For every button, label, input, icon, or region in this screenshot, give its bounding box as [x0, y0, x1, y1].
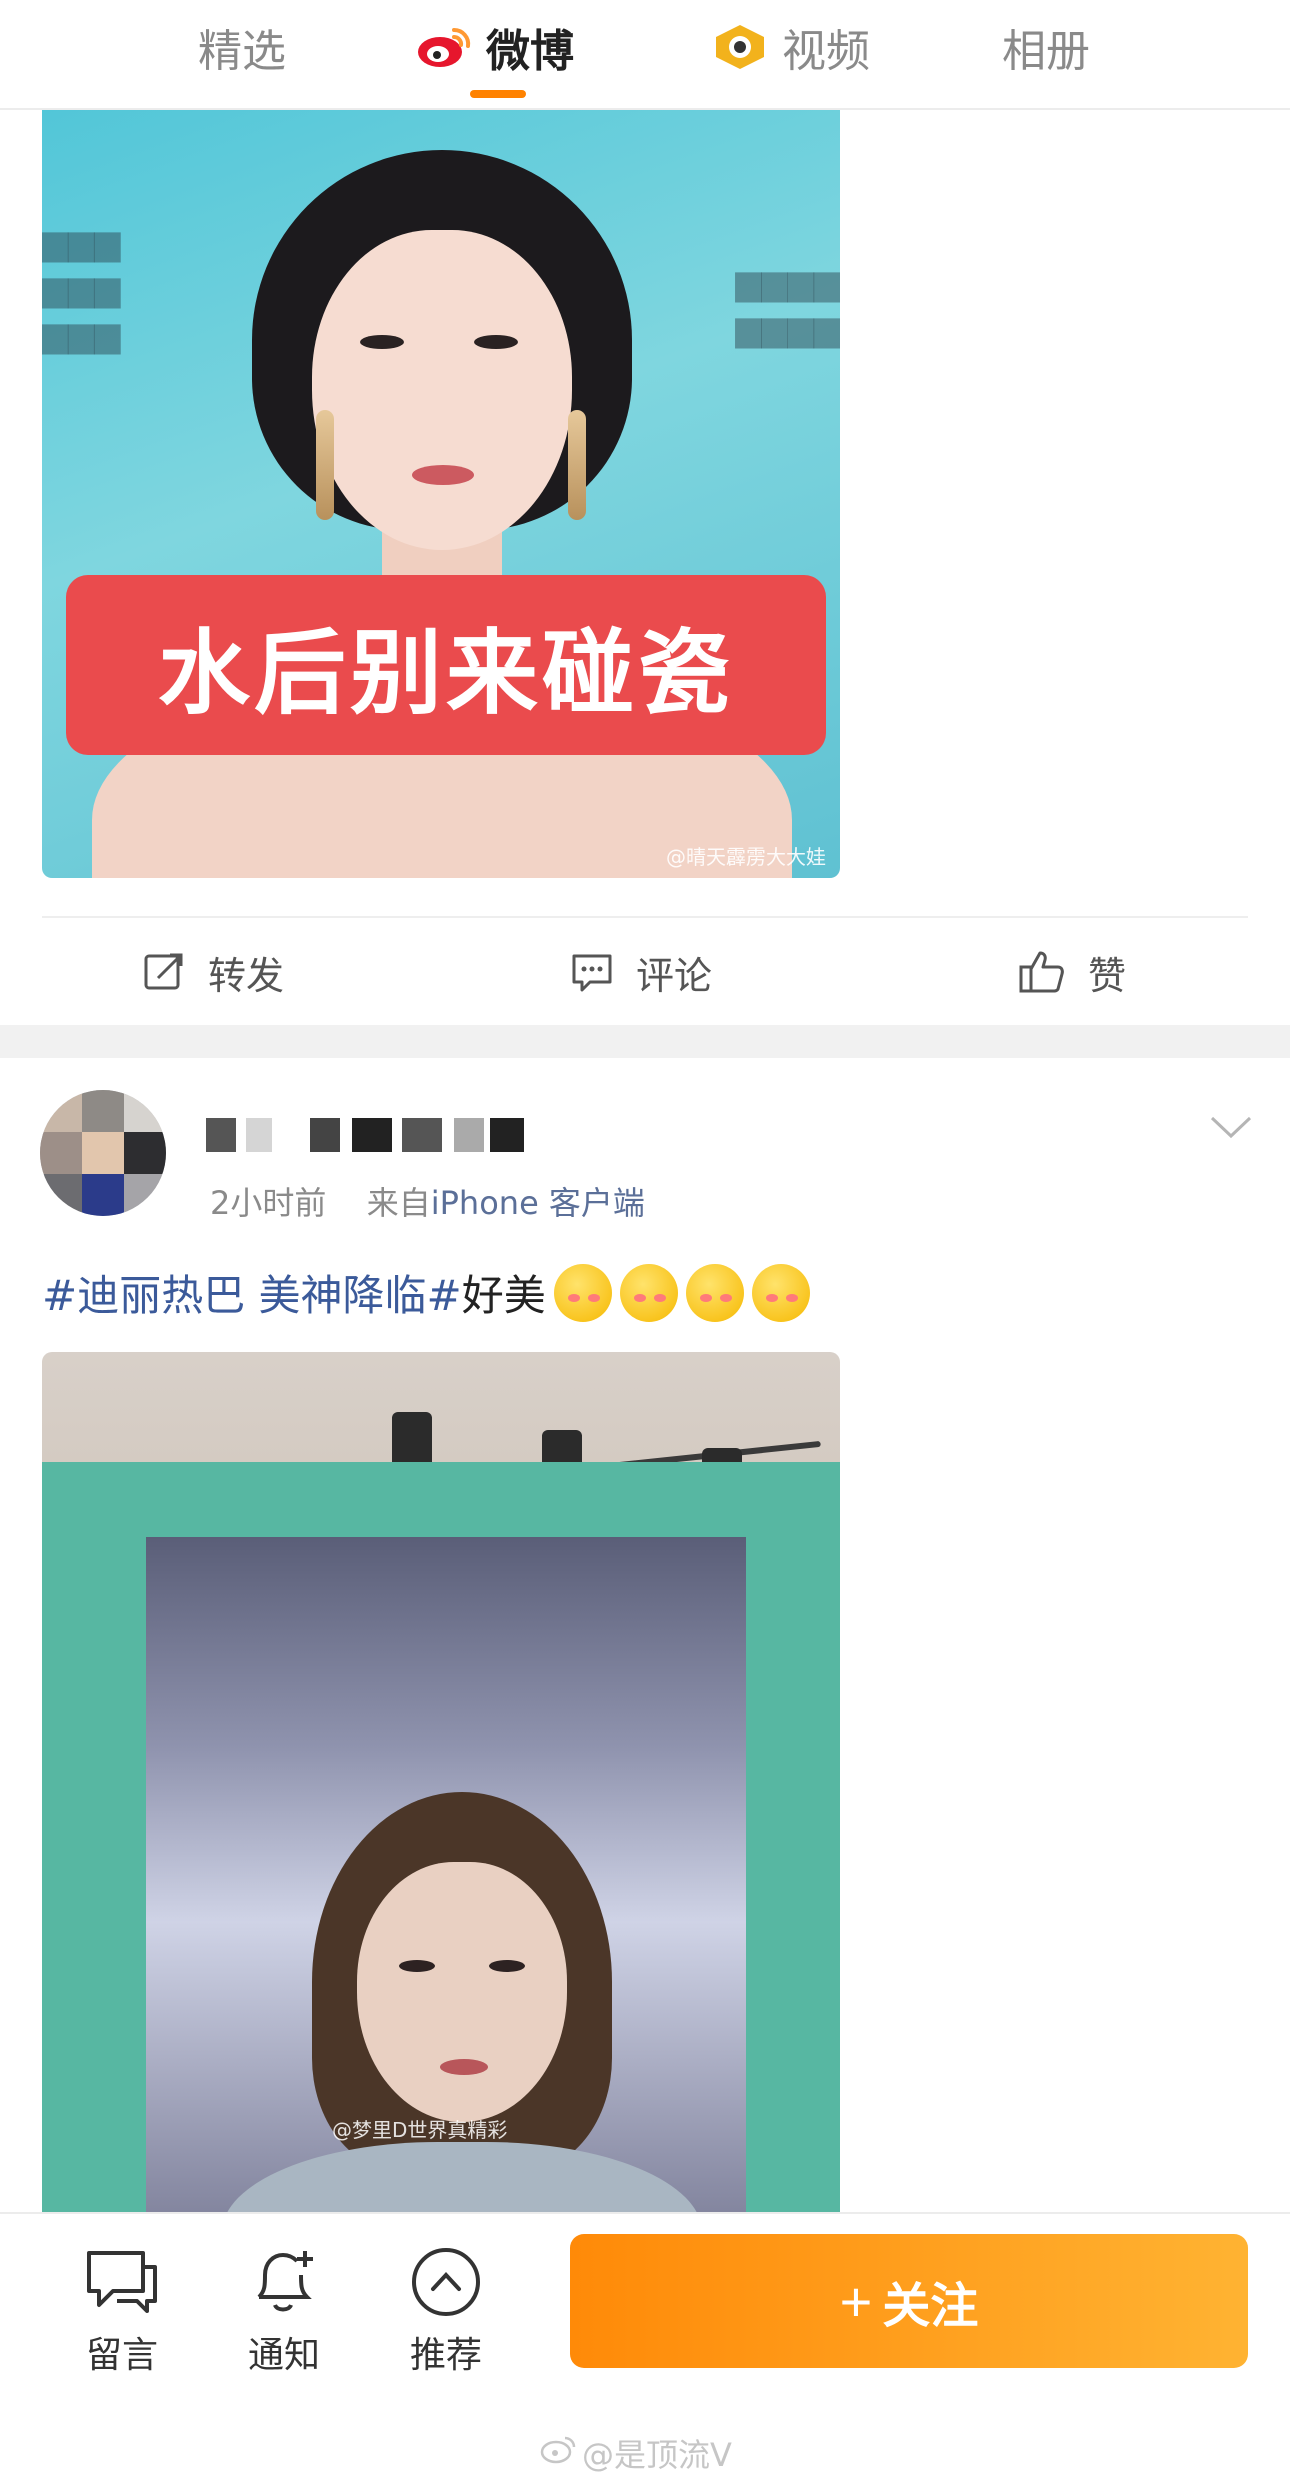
- active-tab-indicator: [470, 90, 526, 98]
- blush-emoji-icon: [619, 1263, 678, 1322]
- post-separator: [0, 1025, 1290, 1058]
- tab-video[interactable]: 视频: [712, 12, 870, 82]
- bell-plus-icon: [224, 2242, 344, 2322]
- comment-button[interactable]: 评论: [570, 918, 712, 1026]
- blush-emoji-icon: [751, 1263, 810, 1322]
- thumbs-up-icon: [1018, 949, 1066, 995]
- figure-face: [312, 230, 572, 550]
- username-obscured[interactable]: [206, 1110, 526, 1154]
- message-button[interactable]: 留言: [62, 2242, 182, 2378]
- like-label: 赞: [1088, 953, 1127, 998]
- earring-right: [568, 410, 586, 520]
- image-watermark: @晴天霹雳大大娃: [666, 845, 826, 869]
- figure-eye-right: [474, 335, 518, 349]
- earring-left: [316, 410, 334, 520]
- image-banner-text: 水后别来碰瓷: [66, 575, 826, 755]
- backdrop-pattern-right: ▆▆▆▆ ▆▆▆▆: [735, 264, 840, 348]
- comment-label: 评论: [636, 953, 713, 998]
- post-menu-chevron-icon[interactable]: [1208, 1112, 1254, 1146]
- tab-featured[interactable]: 精选: [198, 12, 286, 82]
- image-watermark: @梦里D世界真精彩: [332, 2118, 508, 2142]
- bottom-action-bar: 留言 通知 推荐 + 关注 @是顶流V: [0, 2212, 1290, 2481]
- figure-face: [357, 1862, 567, 2122]
- figure-eye-left: [399, 1960, 435, 1972]
- post1-image[interactable]: ▆▆▆ ▆▆▆ ▆▆▆ ▆▆▆▆ ▆▆▆▆ 水后别来碰瓷 @晴天霹雳大大娃: [42, 110, 840, 878]
- figure-lips: [412, 465, 474, 485]
- backdrop-pattern: ▆▆▆ ▆▆▆ ▆▆▆: [42, 224, 121, 354]
- tab-album[interactable]: 相册: [1002, 12, 1090, 82]
- plus-icon: +: [839, 2269, 873, 2333]
- tab-album-label: 相册: [1002, 26, 1090, 77]
- follow-label: 关注: [882, 2280, 979, 2333]
- recommend-label: 推荐: [409, 2335, 482, 2376]
- comment-icon: [570, 950, 614, 994]
- tab-weibo[interactable]: 微博: [416, 12, 574, 82]
- weibo-logo-icon: [416, 24, 472, 70]
- tab-featured-label: 精选: [198, 26, 286, 77]
- video-icon: [712, 23, 768, 71]
- repost-button[interactable]: 转发: [142, 918, 284, 1026]
- tab-video-label: 视频: [782, 26, 870, 77]
- figure-eye-left: [360, 335, 404, 349]
- notify-button[interactable]: 通知: [224, 2242, 344, 2378]
- post2-image[interactable]: @梦里D世界真精彩: [42, 1352, 840, 2212]
- notify-label: 通知: [247, 2335, 320, 2376]
- message-label: 留言: [85, 2335, 158, 2376]
- chat-bubble-icon: [62, 2242, 182, 2322]
- top-tab-bar: 精选 微博 视频 相册: [0, 0, 1290, 110]
- avatar[interactable]: [40, 1090, 166, 1216]
- blush-emoji-icon: [553, 1263, 612, 1322]
- source-prefix: 来自: [366, 1184, 431, 1222]
- post2-meta: 2小时前 来自iPhone 客户端: [210, 1178, 645, 1224]
- post-time: 2小时前: [210, 1184, 327, 1222]
- repost-icon: [142, 950, 186, 994]
- like-button[interactable]: 赞: [1018, 918, 1126, 1026]
- figure-lips: [440, 2059, 488, 2075]
- footer-watermark-text: @是顶流V: [582, 2436, 732, 2474]
- post-body-text: 好美: [461, 1271, 546, 1320]
- follow-button[interactable]: + 关注: [570, 2234, 1248, 2368]
- tab-weibo-label: 微博: [486, 26, 574, 77]
- post1-action-bar: 转发 评论 赞: [42, 916, 1248, 1026]
- recommend-button[interactable]: 推荐: [386, 2242, 506, 2378]
- source-link[interactable]: iPhone 客户端: [431, 1184, 645, 1222]
- hashtag-link[interactable]: #迪丽热巴 美神降临#: [42, 1262, 462, 1323]
- chevron-up-circle-icon: [386, 2242, 506, 2322]
- repost-label: 转发: [208, 953, 285, 998]
- blush-emoji-icon: [685, 1263, 744, 1322]
- weibo-watermark-icon: [540, 2434, 576, 2472]
- post2-text: #迪丽热巴 美神降临# 好美: [42, 1262, 810, 1323]
- figure-eye-right: [489, 1960, 525, 1972]
- footer-watermark: @是顶流V: [540, 2430, 732, 2476]
